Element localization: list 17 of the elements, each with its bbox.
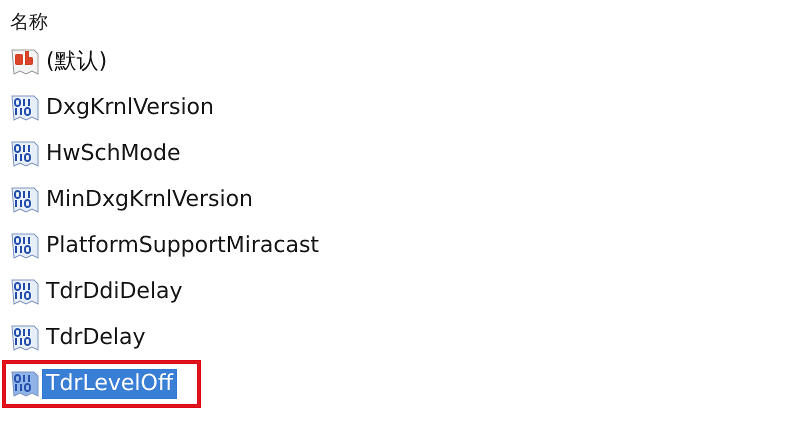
binary-value-icon [10,230,40,260]
value-name[interactable]: MinDxgKrnlVersion [42,184,258,214]
value-name[interactable]: TdrDdiDelay [42,276,187,306]
binary-value-icon [10,92,40,122]
binary-value-icon [10,138,40,168]
value-name[interactable]: TdrLevelOff [42,368,177,398]
value-name[interactable]: PlatformSupportMiracast [42,230,324,260]
value-name[interactable]: (默认) [42,44,112,79]
value-name[interactable]: TdrDelay [42,322,150,352]
binary-value-icon [10,322,40,352]
binary-value-icon [10,184,40,214]
binary-value-icon [10,368,40,398]
value-name[interactable]: HwSchMode [42,138,184,168]
value-name[interactable]: DxgKrnlVersion [42,92,218,122]
string-value-icon [10,46,40,76]
binary-value-icon [10,276,40,306]
column-header[interactable]: 名称 [10,8,800,40]
